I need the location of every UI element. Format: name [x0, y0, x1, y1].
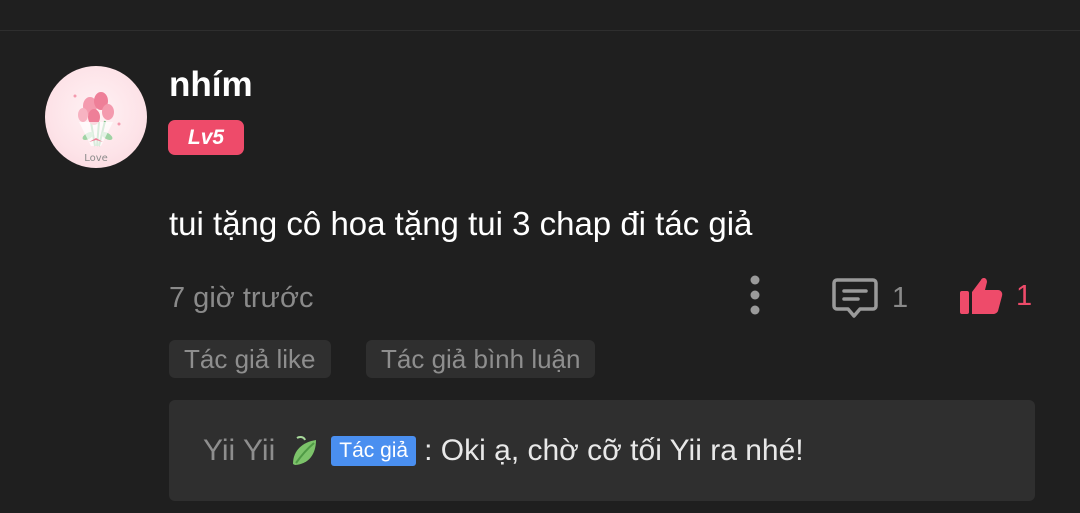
tag-author-liked: Tác giả like — [169, 340, 331, 378]
avatar-caption: Love — [84, 153, 108, 164]
more-options-button[interactable] — [740, 274, 770, 318]
comment-timestamp: 7 giờ trước — [169, 282, 314, 314]
reply-text: : Oki ạ, chờ cỡ tối Yii ra nhé! — [424, 434, 804, 467]
author-reply-box[interactable]: Yii Yii Tác giả : Oki ạ, chờ cỡ tối Yii … — [169, 400, 1035, 501]
author-badge: Tác giả — [331, 436, 417, 466]
comment-text: tui tặng cô hoa tặng tui 3 chap đi tác g… — [169, 205, 753, 242]
reply-button[interactable]: 1 — [832, 276, 908, 320]
reply-count: 1 — [892, 282, 909, 314]
author-reply: Yii Yii Tác giả : Oki ạ, chờ cỡ tối Yii … — [203, 431, 804, 471]
like-button[interactable]: 1 — [958, 274, 1032, 318]
top-divider — [0, 30, 1080, 31]
like-count: 1 — [1016, 280, 1033, 312]
thumbs-up-icon — [960, 277, 1003, 314]
tag-author-commented: Tác giả bình luận — [366, 340, 596, 378]
avatar-flower-bouquet-icon: Love — [73, 92, 121, 164]
leaf-icon — [293, 435, 317, 465]
username[interactable]: nhím — [169, 64, 253, 106]
reply-author-name[interactable]: Yii Yii — [203, 434, 275, 468]
vertical-dots-icon — [750, 275, 760, 315]
level-badge: Lv5 — [168, 120, 244, 155]
avatar[interactable]: Love — [45, 66, 147, 168]
comment-bubble-icon — [832, 278, 878, 318]
